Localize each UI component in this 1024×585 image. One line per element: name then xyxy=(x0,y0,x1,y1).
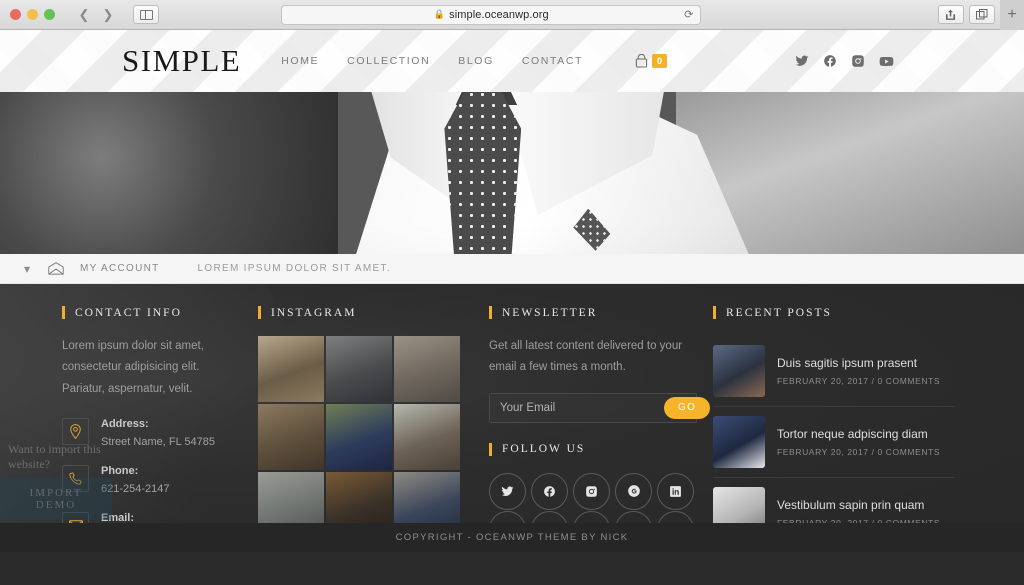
site-logo[interactable]: SIMPLE xyxy=(122,43,241,79)
import-demo-overlay: Want to import this website? IMPORT DEMO xyxy=(0,442,120,520)
newsletter-description: Get all latest content delivered to your… xyxy=(489,340,683,374)
accent-bar xyxy=(713,306,716,319)
nav-item-blog[interactable]: BLOG xyxy=(458,55,494,67)
navigation-buttons: ❮ ❯ xyxy=(73,5,119,24)
browser-toolbar: ❮ ❯ 🔒 simple.oceanwp.org ⟳ + xyxy=(0,0,1024,30)
chevron-down-icon[interactable]: ▾ xyxy=(10,262,44,276)
widget-title-contact-info: CONTACT INFO xyxy=(62,306,232,319)
instagram-photo-grid xyxy=(258,336,460,538)
instagram-photo[interactable] xyxy=(326,404,392,470)
lock-icon: 🔒 xyxy=(433,9,446,19)
facebook-icon[interactable] xyxy=(823,54,837,68)
recent-post-meta: FEBRUARY 20, 2017 / 0 COMMENTS xyxy=(777,447,941,458)
maximize-window-button[interactable] xyxy=(44,9,55,20)
main-navigation: HOME COLLECTION BLOG CONTACT 0 xyxy=(281,54,668,68)
new-tab-button[interactable]: + xyxy=(999,0,1024,30)
accent-bar xyxy=(258,306,261,319)
import-demo-button[interactable]: IMPORT DEMO xyxy=(0,478,112,520)
footer-widget-instagram: INSTAGRAM xyxy=(250,306,475,552)
secondary-bar: ▾ MY ACCOUNT LOREM IPSUM DOLOR SIT AMET. xyxy=(0,254,1024,284)
instagram-photo[interactable] xyxy=(326,336,392,402)
window-traffic-lights xyxy=(8,9,55,20)
newsletter-email-input[interactable] xyxy=(490,401,664,414)
recent-post-thumbnail[interactable] xyxy=(713,345,765,397)
secondary-tagline: LOREM IPSUM DOLOR SIT AMET. xyxy=(197,263,391,274)
show-tabs-icon[interactable] xyxy=(968,5,995,24)
contact-description: Lorem ipsum dolor sit amet, consectetur … xyxy=(62,340,204,395)
twitter-icon[interactable] xyxy=(795,54,809,68)
nav-item-contact[interactable]: CONTACT xyxy=(522,55,583,67)
accent-bar xyxy=(489,442,492,456)
recent-post-item[interactable]: Tortor neque adpiscing diam FEBRUARY 20, … xyxy=(713,406,955,477)
widget-title-follow-us: FOLLOW US xyxy=(489,442,685,456)
sidebar-toggle-icon[interactable] xyxy=(133,5,159,24)
header-social-links xyxy=(795,54,894,69)
widget-title-newsletter: NEWSLETTER xyxy=(489,306,685,319)
instagram-photo[interactable] xyxy=(394,336,460,402)
footer-widget-newsletter: NEWSLETTER Get all latest content delive… xyxy=(475,306,711,552)
secondary-link-my-account[interactable]: MY ACCOUNT xyxy=(80,263,160,274)
site-header: SIMPLE HOME COLLECTION BLOG CONTACT 0 xyxy=(0,30,1024,92)
instagram-photo[interactable] xyxy=(258,336,324,402)
close-window-button[interactable] xyxy=(10,9,21,20)
copyright-text: COPYRIGHT - OCEANWP THEME BY NICK xyxy=(395,532,629,543)
twitter-icon[interactable] xyxy=(489,472,526,510)
hero-image-suit-and-tie xyxy=(0,92,1024,254)
reload-icon[interactable]: ⟳ xyxy=(684,8,693,21)
newsletter-form: GO xyxy=(489,392,711,423)
recent-posts-list: Duis sagitis ipsum prasent FEBRUARY 20, 2… xyxy=(713,336,955,548)
cart-icon xyxy=(635,54,648,68)
instagram-photo[interactable] xyxy=(394,404,460,470)
cart-button[interactable]: 0 xyxy=(635,54,668,68)
instagram-icon[interactable] xyxy=(851,54,865,68)
widget-title-recent-posts: RECENT POSTS xyxy=(713,306,955,319)
forward-chevron-icon[interactable]: ❯ xyxy=(97,5,119,24)
browser-window: ❮ ❯ 🔒 simple.oceanwp.org ⟳ + SIMPLE HOME xyxy=(0,0,1024,585)
facebook-icon[interactable] xyxy=(531,472,568,510)
recent-post-thumbnail[interactable] xyxy=(713,416,765,468)
address-bar-url: simple.oceanwp.org xyxy=(449,8,549,21)
contact-label-address: Address: xyxy=(101,417,149,430)
envelope-icon[interactable] xyxy=(44,262,80,275)
recent-post-meta: FEBRUARY 20, 2017 / 0 COMMENTS xyxy=(777,376,941,387)
widget-title-instagram: INSTAGRAM xyxy=(258,306,457,319)
address-bar[interactable]: 🔒 simple.oceanwp.org ⟳ xyxy=(281,4,702,25)
cart-count-badge: 0 xyxy=(652,54,668,68)
recent-post-title[interactable]: Duis sagitis ipsum prasent xyxy=(777,356,940,372)
youtube-icon[interactable] xyxy=(879,54,894,69)
google-plus-icon[interactable] xyxy=(615,472,652,510)
instagram-photo[interactable] xyxy=(258,404,324,470)
minimize-window-button[interactable] xyxy=(27,9,38,20)
instagram-icon[interactable] xyxy=(573,472,610,510)
accent-bar xyxy=(62,306,65,319)
nav-item-home[interactable]: HOME xyxy=(281,55,319,67)
recent-post-title[interactable]: Vestibulum sapin prin quam xyxy=(777,498,940,514)
footer-widget-recent-posts: RECENT POSTS Duis sagitis ipsum prasent F… xyxy=(703,306,973,552)
recent-post-item[interactable]: Duis sagitis ipsum prasent FEBRUARY 20, 2… xyxy=(713,336,955,406)
site-footer: CONTACT INFO Lorem ipsum dolor sit amet,… xyxy=(0,284,1024,552)
share-icon[interactable] xyxy=(937,5,964,24)
recent-post-title[interactable]: Tortor neque adpiscing diam xyxy=(777,427,940,443)
accent-bar xyxy=(489,306,492,319)
import-demo-text: Want to import this website? xyxy=(8,442,101,471)
hero-banner xyxy=(0,92,1024,254)
toolbar-right-actions: + xyxy=(937,0,1024,30)
linkedin-icon[interactable] xyxy=(657,472,694,510)
footer-copyright-bar: COPYRIGHT - OCEANWP THEME BY NICK xyxy=(0,523,1024,552)
nav-item-collection[interactable]: COLLECTION xyxy=(347,55,430,67)
back-chevron-icon[interactable]: ❮ xyxy=(73,5,95,24)
